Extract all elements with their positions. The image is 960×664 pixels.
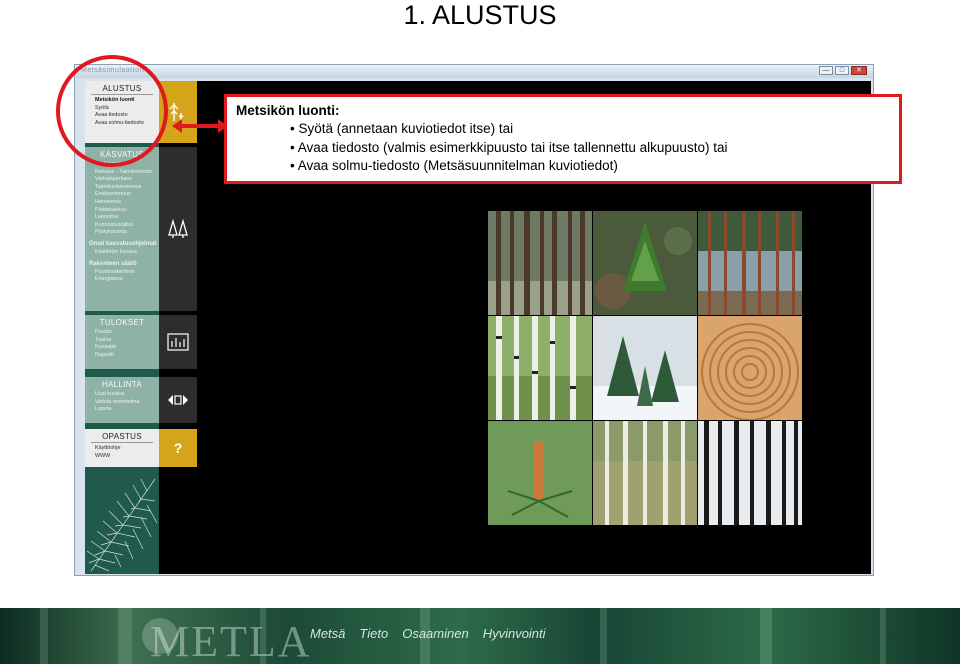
menu-item-raportit[interactable]: Raportit (95, 352, 159, 360)
menu-item-kunnostusojitus[interactable]: Kunnostusojitus (95, 222, 159, 230)
menu-subheader-omat: Omat kasvatusohjelmat (89, 240, 157, 247)
menu-section-kasvatus: KASVATUS Uudistaminen Raivaus - Taimikon… (85, 147, 159, 311)
footer-banner: METLA Metsä Tieto Osaaminen Hyvinvointi (0, 608, 960, 664)
trees-icon[interactable] (159, 147, 197, 311)
pine-branch-illustration (86, 478, 158, 572)
bar-chart-icon[interactable] (159, 315, 197, 369)
menu-section-hallinta: HALLINTA Uusi kuvaus Vaihda menetelmä Lo… (85, 377, 159, 423)
callout-bullet-avaa-solmu: Avaa solmu-tiedosto (Metsäsuunnitelman k… (290, 157, 899, 176)
menu-item-uusi-kuvaus[interactable]: Uusi kuvaus (95, 391, 159, 399)
footer-tagline: Metsä Tieto Osaaminen Hyvinvointi (310, 626, 546, 641)
birch-forest-photo (488, 316, 592, 420)
menu-item-vaihda-menetelma[interactable]: Vaihda menetelmä (95, 399, 159, 407)
menu-item-lannoitus[interactable]: Lannoitus (95, 214, 159, 222)
metla-logo: METLA (150, 617, 312, 664)
callout-bullet-list: Syötä (annetaan kuviotiedot itse) tai Av… (236, 120, 899, 176)
pine-forest-photo (698, 211, 802, 315)
callout-title: Metsikön luonti: (236, 103, 340, 118)
help-icon[interactable]: ? (159, 429, 197, 467)
tag-hyvinvointi: Hyvinvointi (482, 626, 546, 641)
quick-icon-column: ? (159, 81, 197, 467)
menu-section-opastus: OPASTUS Käyttöohje WWW (85, 429, 159, 467)
close-button[interactable]: ✕ (851, 66, 867, 75)
menu-section-tulokset: TULOKSET Puusto Tuotos Kuvaajat Raportit (85, 315, 159, 369)
tag-metsa: Metsä (310, 626, 346, 641)
mixed-birch-forest-photo (593, 421, 697, 525)
tag-osaaminen: Osaaminen (402, 626, 469, 641)
menu-header-tulokset[interactable]: TULOKSET (85, 315, 159, 327)
menu-subheader-rakenne: Rakenteen säätö (89, 260, 137, 267)
maximize-button[interactable]: □ (835, 66, 849, 75)
menu-item-www[interactable]: WWW (95, 453, 159, 461)
tree-rings-photo (698, 316, 802, 420)
menu-item-puusto[interactable]: Puusto (95, 329, 159, 337)
menu-item-energiapuu[interactable]: Energiapuu (95, 276, 159, 284)
menu-item-lopeta[interactable]: Lopeta (95, 406, 159, 414)
minimize-button[interactable]: — (819, 66, 833, 75)
menu-item-kayttoohje[interactable]: Käyttöohje (95, 445, 159, 453)
snowy-forest-photo (698, 421, 802, 525)
arrows-icon[interactable] (159, 377, 197, 423)
slide-title: 1. ALUSTUS (403, 0, 557, 30)
callout-bullet-avaa-tiedosto: Avaa tiedosto (valmis esimerkkipuusto ta… (290, 139, 899, 158)
menu-item-ensiharvennus[interactable]: Ensiharvennus (95, 191, 159, 199)
menu-header-opastus[interactable]: OPASTUS (91, 429, 153, 443)
menu-item-paatehakkuu[interactable]: Päätehakkuu (95, 207, 159, 215)
callout-box: Metsikön luonti: Syötä (annetaan kuvioti… (224, 94, 902, 184)
forest-photo-grid (488, 211, 802, 525)
menu-header-hallinta[interactable]: HALLINTA (85, 377, 159, 389)
menu-item-pystykarsinta[interactable]: Pystykarsinta (95, 229, 159, 237)
highlight-circle (56, 55, 168, 167)
menu-item-puustorakenteet[interactable]: Puustorakenteet (95, 269, 159, 277)
menu-item-raivaus[interactable]: Raivaus - Taimikonhoito (95, 169, 159, 177)
menu-item-kasittelyn-kuvaus[interactable]: Käsittelyn kuvaus (95, 249, 159, 257)
menu-item-kuvaajat[interactable]: Kuvaajat (95, 344, 159, 352)
tag-tieto: Tieto (359, 626, 389, 641)
pine-trunks-photo (488, 211, 592, 315)
menu-item-tuotos[interactable]: Tuotos (95, 337, 159, 345)
menu-item-taimikonharvennus[interactable]: Taimikonharvennus (95, 184, 159, 192)
menu-item-varhaisperkaus[interactable]: Varhaisperkaus (95, 176, 159, 184)
callout-bullet-syota: Syötä (annetaan kuviotiedot itse) tai (290, 120, 899, 139)
spruce-seedling-photo (593, 211, 697, 315)
pine-shoot-photo (488, 421, 592, 525)
menu-item-harvennus[interactable]: Harvennus (95, 199, 159, 207)
snowy-spruce-saplings-photo (593, 316, 697, 420)
double-arrow-icon (172, 119, 228, 133)
window-titlebar: Metsäsimulaattori — □ ✕ (75, 65, 873, 78)
